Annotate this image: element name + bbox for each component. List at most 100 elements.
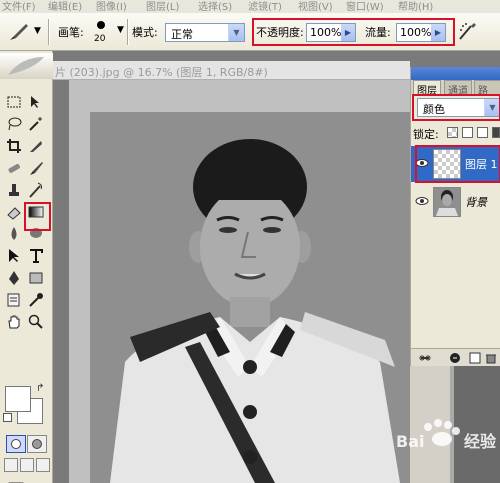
marquee-tool[interactable]: [4, 92, 24, 112]
chevron-right-icon[interactable]: ▶: [431, 24, 445, 41]
layers-footer: [411, 348, 500, 366]
screen-mode-full-menu-button[interactable]: [20, 458, 34, 472]
standard-mode-icon: [11, 439, 21, 449]
stamp-icon: [9, 184, 19, 196]
quick-mask-button[interactable]: [27, 435, 47, 453]
history-brush-tool[interactable]: [26, 180, 46, 200]
notes-icon: [7, 293, 20, 307]
eraser-icon: [7, 207, 21, 220]
standard-mode-button[interactable]: [6, 435, 26, 453]
lock-all-checkbox[interactable]: [492, 127, 500, 138]
mode-label: 模式:: [132, 26, 158, 39]
chevron-down-icon[interactable]: ▼: [228, 24, 244, 41]
tool-preset-picker[interactable]: ▼: [4, 20, 44, 44]
path-select-icon: [9, 249, 19, 262]
brush-tool[interactable]: [26, 158, 46, 178]
options-bar: ▼ 画笔: 20 ▼ 模式: 正常 ▼ 不透明度: 100% ▶ 流量: 100…: [0, 13, 500, 51]
tab-paths[interactable]: 路径: [474, 80, 500, 112]
eraser-tool[interactable]: [4, 202, 24, 222]
slice-tool[interactable]: [26, 136, 46, 156]
lock-position-checkbox[interactable]: [477, 127, 488, 138]
notes-tool[interactable]: [4, 290, 24, 310]
layers-panel: 图层 通道 路径 颜色 ▼ 锁定: 图层 1 背景: [410, 67, 500, 366]
crop-tool[interactable]: [4, 136, 24, 156]
svg-text:经验: 经验: [464, 432, 497, 451]
canvas-image[interactable]: [90, 112, 410, 483]
menu-edit[interactable]: 编辑(E): [48, 0, 82, 13]
quick-mask-icon: [32, 439, 42, 449]
hand-tool[interactable]: [4, 312, 24, 332]
feather-icon: [8, 57, 44, 75]
jump-to-imageready-button[interactable]: [6, 479, 46, 483]
shape-icon: [29, 272, 43, 284]
healing-brush-tool[interactable]: [4, 158, 24, 178]
menu-help[interactable]: 帮助(H): [398, 0, 433, 13]
menu-image[interactable]: 图像(I): [96, 0, 127, 13]
panel-tabs: 图层 通道 路径: [411, 80, 500, 112]
brush-icon: [10, 24, 28, 40]
menu-view[interactable]: 视图(V): [298, 0, 333, 13]
default-colors-icon[interactable]: [3, 413, 12, 422]
pen-tool[interactable]: [4, 268, 24, 288]
highlight-box-brush-tool: [24, 202, 51, 231]
flow-value: 100%: [400, 26, 432, 39]
brush-dropdown-arrow[interactable]: ▼: [117, 25, 124, 35]
brush-picker[interactable]: 20: [88, 18, 116, 48]
screen-mode-standard-button[interactable]: [4, 458, 18, 472]
eyedropper-tool[interactable]: [26, 290, 46, 310]
opacity-field[interactable]: 100% ▶: [306, 23, 356, 42]
path-selection-tool[interactable]: [4, 246, 24, 266]
brush-size: 20: [94, 34, 106, 44]
menu-file[interactable]: 文件(F): [2, 0, 36, 13]
slice-icon: [30, 141, 42, 152]
magic-wand-tool[interactable]: [26, 114, 46, 134]
delete-layer-icon[interactable]: [485, 352, 497, 364]
clone-stamp-tool[interactable]: [4, 180, 24, 200]
swap-colors-icon[interactable]: ↱: [36, 383, 44, 394]
opacity-value: 100%: [310, 26, 342, 39]
zoom-tool[interactable]: [26, 312, 46, 332]
foreground-color-swatch[interactable]: [5, 386, 31, 412]
chevron-right-icon[interactable]: ▶: [341, 24, 355, 41]
toolbox-header[interactable]: [0, 53, 53, 79]
menu-filter[interactable]: 滤镜(T): [248, 0, 282, 13]
lock-transparency-checkbox[interactable]: [447, 127, 458, 138]
chevron-down-icon: ▼: [34, 26, 41, 36]
lock-row: 锁定:: [411, 124, 500, 142]
airbrush-toggle[interactable]: [457, 20, 481, 44]
lasso-tool[interactable]: [4, 114, 24, 134]
layer-name: 背景: [465, 196, 487, 209]
tab-channels[interactable]: 通道: [444, 80, 472, 97]
menu-window[interactable]: 窗口(W): [346, 0, 384, 13]
flow-label: 流量:: [365, 26, 391, 39]
blur-tool[interactable]: [4, 224, 24, 244]
brush-icon: [30, 162, 43, 175]
menu-select[interactable]: 选择(S): [198, 0, 232, 13]
move-tool[interactable]: [26, 92, 46, 112]
shape-tool[interactable]: [26, 268, 46, 288]
mode-select[interactable]: 正常 ▼: [165, 23, 245, 42]
fx-icon[interactable]: [449, 352, 461, 364]
tab-layers[interactable]: 图层: [413, 80, 441, 97]
document-title: 片 (203).jpg @ 16.7% (图层 1, RGB/8#): [55, 66, 268, 79]
menu-layer[interactable]: 图层(L): [146, 0, 179, 13]
link-icon[interactable]: [419, 352, 431, 364]
lock-pixels-checkbox[interactable]: [462, 127, 473, 138]
type-icon: [30, 249, 43, 263]
screen-mode-full-button[interactable]: [36, 458, 50, 472]
new-layer-icon[interactable]: [469, 352, 481, 364]
document-title-bar[interactable]: 片 (203).jpg @ 16.7% (图层 1, RGB/8#): [53, 61, 410, 80]
portrait-thumbnail: [436, 190, 458, 216]
airbrush-icon: [459, 23, 476, 40]
flow-field[interactable]: 100% ▶: [396, 23, 446, 42]
marquee-icon: [7, 96, 21, 108]
brush-tip-preview: [97, 21, 105, 29]
watermark-logo: Bai 经验: [388, 417, 498, 477]
type-tool[interactable]: [26, 246, 46, 266]
eye-icon[interactable]: [415, 194, 429, 208]
panel-title-bar[interactable]: [411, 67, 500, 80]
hand-icon: [8, 315, 20, 329]
layer-row-background[interactable]: 背景: [411, 184, 500, 220]
divider: [48, 19, 50, 45]
svg-text:Bai: Bai: [396, 432, 424, 451]
